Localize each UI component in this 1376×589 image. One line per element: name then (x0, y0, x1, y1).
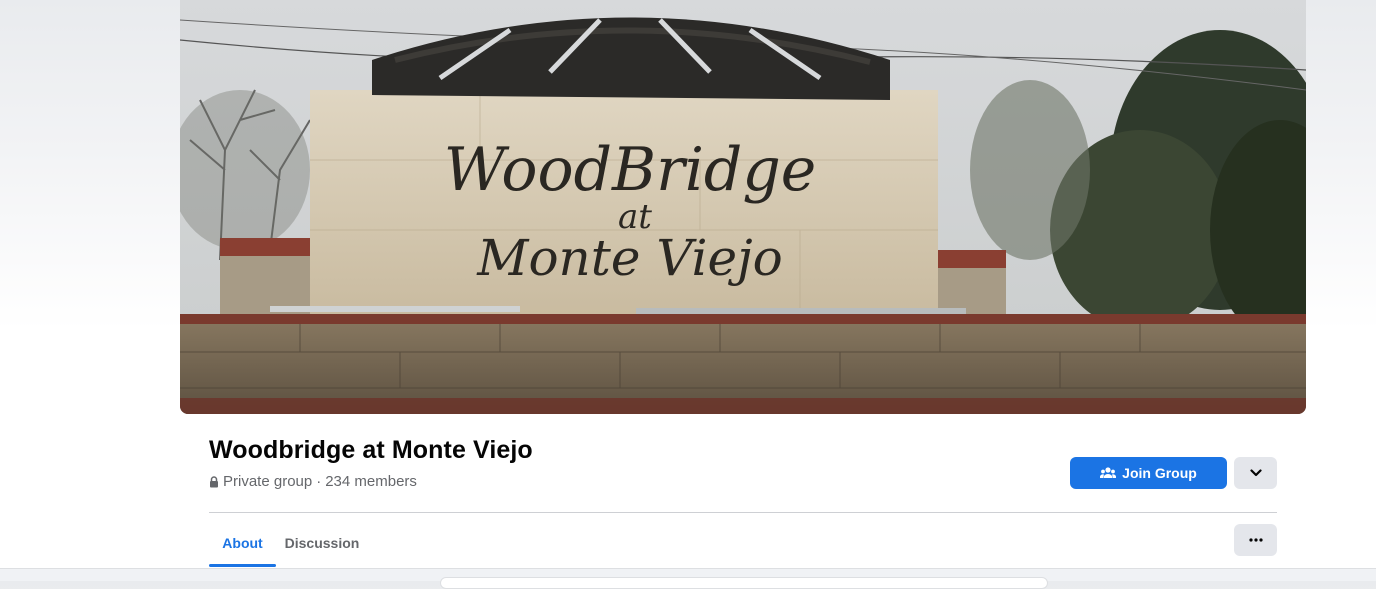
active-tab-indicator (209, 564, 276, 567)
sign-line-3: Monte Viejo (476, 229, 783, 287)
tab-about[interactable]: About (209, 520, 276, 566)
more-options-button[interactable] (1234, 524, 1277, 556)
people-icon (1100, 467, 1117, 479)
content-card (440, 577, 1048, 589)
join-group-label: Join Group (1122, 465, 1197, 481)
tab-discussion[interactable]: Discussion (279, 520, 365, 566)
group-meta: Private group · 234 members (209, 473, 417, 490)
member-count[interactable]: 234 members (325, 473, 417, 490)
group-options-dropdown[interactable] (1234, 457, 1277, 489)
lock-icon (209, 475, 219, 488)
group-header (0, 414, 1376, 568)
cover-photo[interactable]: WoodBridge at Monte Viejo (180, 0, 1306, 414)
join-group-button[interactable]: Join Group (1070, 457, 1227, 489)
chevron-down-icon (1249, 469, 1262, 477)
sign-line-1: WoodBridge (444, 135, 817, 205)
header-divider (209, 512, 1277, 513)
ellipsis-icon (1248, 538, 1263, 542)
group-name[interactable]: Woodbridge at Monte Viejo (209, 436, 533, 465)
meta-separator: · (316, 473, 322, 490)
privacy-label[interactable]: Private group (223, 473, 312, 490)
